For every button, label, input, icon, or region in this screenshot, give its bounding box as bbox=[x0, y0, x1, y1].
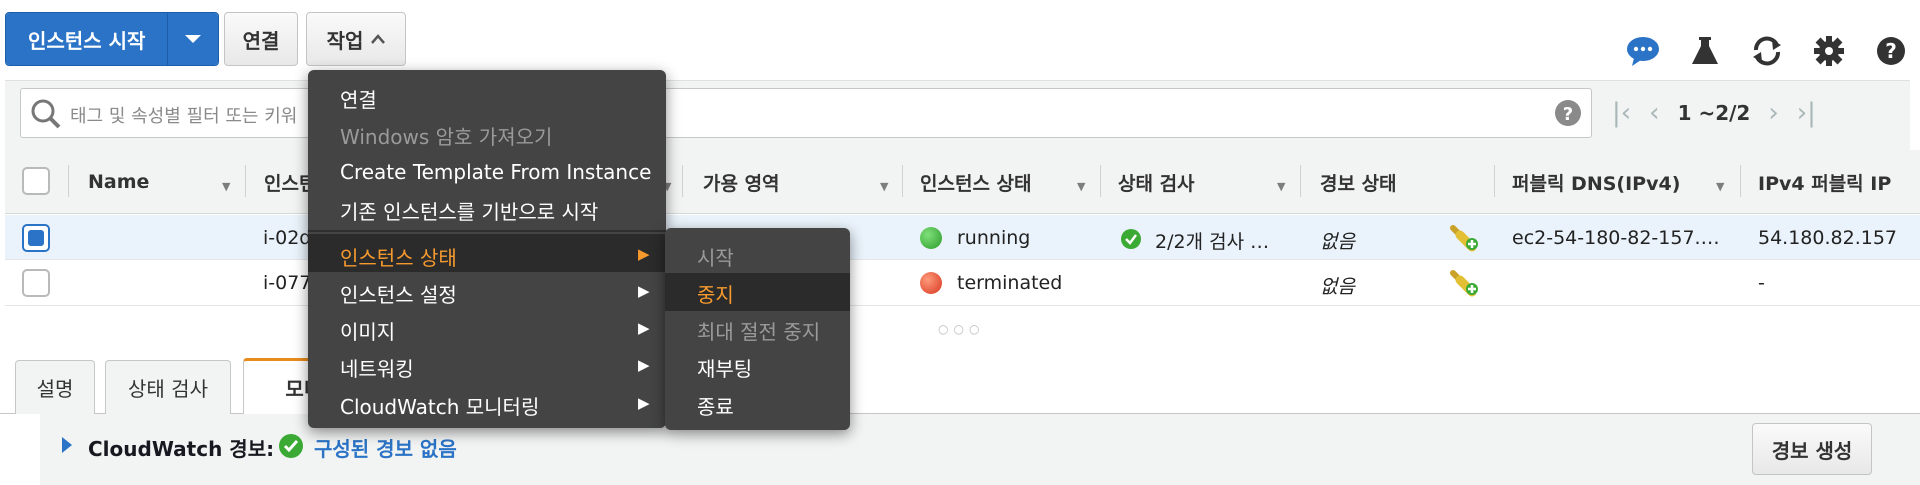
expand-triangle-icon[interactable] bbox=[60, 436, 74, 454]
last-page-icon[interactable]: ›| bbox=[1797, 98, 1816, 128]
status-check[interactable]: 2/2개 검사 … bbox=[1155, 227, 1269, 254]
column-header-name[interactable]: Name bbox=[88, 150, 149, 214]
connect-button[interactable]: 연결 bbox=[224, 12, 298, 66]
submenu-item-stop[interactable]: 중지 bbox=[697, 279, 734, 308]
column-header-instance-state[interactable]: 인스턴스 상태 bbox=[920, 150, 1032, 214]
public-ip: 54.180.82.157 bbox=[1758, 227, 1898, 249]
select-all-checkbox[interactable] bbox=[22, 167, 50, 195]
help-icon[interactable]: ? bbox=[1874, 34, 1908, 68]
tab-status-checks[interactable]: 상태 검사 bbox=[105, 360, 231, 414]
submenu-item-terminate[interactable]: 종료 bbox=[697, 391, 734, 420]
launch-instance-button[interactable]: 인스턴스 시작 bbox=[6, 13, 169, 65]
create-alarm-button[interactable]: 경보 생성 bbox=[1752, 423, 1872, 475]
launch-instance-split-button: 인스턴스 시작 bbox=[5, 12, 220, 66]
sort-caret-icon[interactable]: ▼ bbox=[1277, 180, 1285, 193]
refresh-icon[interactable] bbox=[1750, 34, 1784, 68]
column-header-public-ip[interactable]: IPv4 퍼블릭 IP bbox=[1758, 150, 1891, 214]
menu-item-instance-state[interactable]: 인스턴스 상태 bbox=[340, 242, 457, 271]
header-icon-bar: ? bbox=[1626, 34, 1908, 68]
sort-caret-icon[interactable]: ▼ bbox=[222, 180, 230, 193]
flask-icon[interactable] bbox=[1688, 34, 1722, 68]
public-dns: ec2-54-180-82-157.… bbox=[1512, 227, 1720, 249]
menu-item-get-windows-password[interactable]: Windows 암호 가져오기 bbox=[340, 121, 552, 150]
row-checkbox[interactable] bbox=[22, 269, 50, 297]
check-circle-icon bbox=[1121, 229, 1141, 249]
row-checkbox[interactable] bbox=[22, 224, 50, 252]
submenu-item-stop-hibernate[interactable]: 최대 절전 중지 bbox=[697, 316, 820, 345]
sort-caret-icon[interactable]: ▼ bbox=[1716, 180, 1724, 193]
menu-item-instance-settings[interactable]: 인스턴스 설정 bbox=[340, 279, 457, 308]
chevron-down-icon bbox=[185, 35, 202, 43]
menu-item-create-template[interactable]: Create Template From Instance bbox=[340, 160, 651, 184]
public-ip: - bbox=[1758, 272, 1765, 294]
submenu-arrow-icon: ▶ bbox=[638, 245, 650, 263]
submenu-arrow-icon: ▶ bbox=[638, 356, 650, 374]
submenu-arrow-icon: ▶ bbox=[638, 319, 650, 337]
state-terminated-icon bbox=[920, 272, 942, 294]
tab-description[interactable]: 설명 bbox=[15, 360, 95, 414]
submenu-arrow-icon: ▶ bbox=[638, 394, 650, 412]
settings-icon[interactable] bbox=[1812, 34, 1846, 68]
no-alarms-link[interactable]: 구성된 경보 없음 bbox=[314, 433, 457, 462]
page-range: 1 ~2/2 bbox=[1677, 101, 1751, 125]
sort-caret-icon[interactable]: ▼ bbox=[1077, 180, 1085, 193]
submenu-item-reboot[interactable]: 재부팅 bbox=[697, 353, 752, 382]
add-alarm-icon[interactable] bbox=[1450, 222, 1480, 252]
state-running-icon bbox=[920, 227, 942, 249]
column-header-alarm-status[interactable]: 경보 상태 bbox=[1320, 150, 1397, 214]
submenu-arrow-icon: ▶ bbox=[638, 282, 650, 300]
filter-help-icon[interactable]: ? bbox=[1554, 99, 1582, 127]
launch-instance-dropdown[interactable] bbox=[168, 13, 219, 65]
menu-item-launch-more-like-this[interactable]: 기존 인스턴스를 기반으로 시작 bbox=[340, 196, 598, 225]
submenu-item-start[interactable]: 시작 bbox=[697, 242, 734, 271]
resize-grip[interactable]: ○○○ bbox=[938, 322, 984, 336]
column-header-status-checks[interactable]: 상태 검사 bbox=[1118, 150, 1195, 214]
menu-divider bbox=[308, 230, 666, 232]
alarm-status: 없음 bbox=[1320, 276, 1355, 298]
add-alarm-icon[interactable] bbox=[1450, 267, 1480, 297]
next-page-icon[interactable]: › bbox=[1768, 98, 1778, 128]
column-header-availability-zone[interactable]: 가용 영역 bbox=[703, 150, 780, 214]
instance-state: terminated bbox=[957, 272, 1063, 294]
svg-text:?: ? bbox=[1563, 104, 1573, 125]
check-circle-icon bbox=[279, 434, 303, 458]
prev-page-icon[interactable]: ‹ bbox=[1649, 98, 1659, 128]
cloudwatch-alarm-title: CloudWatch 경보: bbox=[88, 437, 275, 461]
menu-item-image[interactable]: 이미지 bbox=[340, 316, 395, 345]
menu-item-networking[interactable]: 네트워킹 bbox=[340, 353, 414, 382]
instance-id: i-077 bbox=[263, 272, 312, 294]
alarm-status: 없음 bbox=[1320, 231, 1355, 253]
search-placeholder: 태그 및 속성별 필터 또는 키워 bbox=[70, 106, 298, 127]
actions-label: 작업 bbox=[326, 28, 364, 53]
chat-icon[interactable] bbox=[1626, 34, 1660, 68]
actions-button[interactable]: 작업 bbox=[306, 12, 406, 66]
chevron-up-icon bbox=[371, 34, 386, 44]
sort-caret-icon[interactable]: ▼ bbox=[880, 180, 888, 193]
column-header-public-dns[interactable]: 퍼블릭 DNS(IPv4) bbox=[1512, 150, 1680, 214]
search-icon bbox=[31, 99, 61, 129]
pagination: |‹ ‹ 1 ~2/2 › ›| bbox=[1612, 98, 1816, 128]
svg-text:?: ? bbox=[1885, 39, 1897, 63]
submenu-highlight bbox=[665, 273, 850, 311]
menu-item-connect[interactable]: 연결 bbox=[340, 84, 377, 113]
menu-item-cloudwatch-monitoring[interactable]: CloudWatch 모니터링 bbox=[340, 391, 539, 420]
instance-state: running bbox=[957, 227, 1031, 249]
first-page-icon[interactable]: |‹ bbox=[1612, 98, 1631, 128]
instance-id: i-02d bbox=[263, 227, 312, 249]
